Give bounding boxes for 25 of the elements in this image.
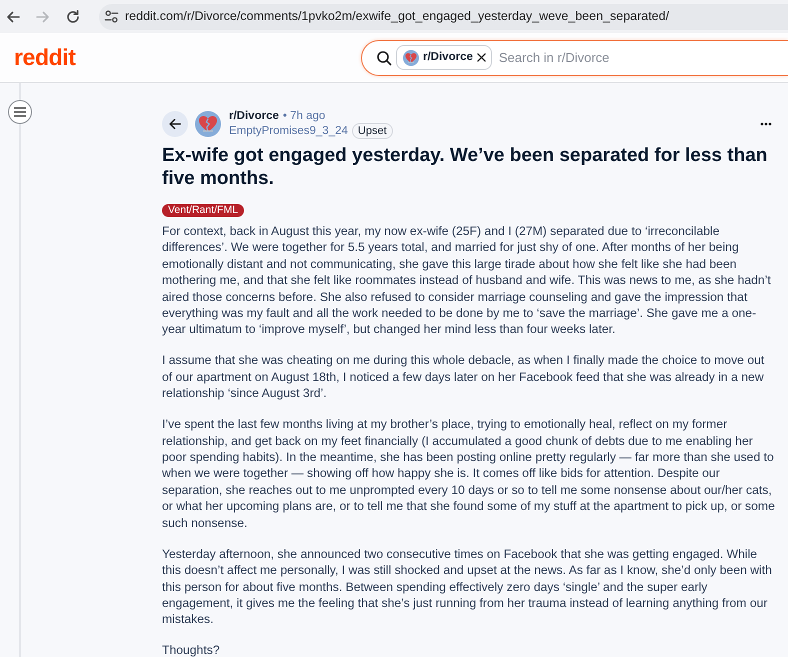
broken-heart-icon <box>403 50 419 66</box>
post-title: Ex-wife got engaged yesterday. We’ve been separated for less than five months. <box>162 144 768 190</box>
close-icon[interactable] <box>476 53 486 62</box>
post-paragraph: I assume that she was cheating on me during this whole debacle, as when I finally made the choice to move out of our apartment on August 18th, I noticed a few days later on her Facebook feed that she was already in a new relationship ‘since August 3rd’. <box>162 352 766 402</box>
user-flair: Upset <box>352 123 393 139</box>
post-paragraph: For context, back in August this year, my now ex-wife (25F) and I (27M) separated due to ‘irreconcilable differences’. We were together for 5.5 years total, and married for just shy of one. After months of her being emotionally distant and not communicating, she gave this large tirade about how she felt like she had been mothering me, and that she felt like roommates instead of husband and wife. This was news to me, as she hadn’t aired those concerns before. She also refused to consider marriage counseling and gave the impression that everything was my fault and all the work needed to be done by me to ‘save the marriage’. She gave me a one-year ultimatum to ‘improve myself’, but changed her mind less than four weeks later. <box>162 223 772 338</box>
url-text: reddit.com/r/Divorce/comments/1pvko2m/exwife_got_engaged_yesterday_weve_been_separated/ <box>125 8 670 26</box>
search-input[interactable]: Search in r/Divorce <box>498 48 699 68</box>
post-paragraph: Yesterday afternoon, she announced two consecutive times on Facebook that she was getting engaged. While this doesn’t affect me personally, I was still shocked and upset at the news. As far as I know, she’d only been with this person for about five months. Between spending effectively zero days ‘single’ and the super early engagement, it gives me the feeling that she’s just running from her trauma instead of learning anything from our mistakes. <box>162 546 773 628</box>
search-bar[interactable]: r/Divorce Search in r/Divorce <box>361 40 788 76</box>
more-icon[interactable] <box>760 122 772 126</box>
post-paragraph: I’ve spent the last few months living at my brother’s place, trying to emotionally heal, reflect on my former relationship, and get back on my feet financially (I accumulated a good chunk of debts due to me enabling her poor spending habits). In the meantime, she has been posting online pretty regularly — far more than she used to when we were together — showing off how happy she is. It comes off like bids for attention. Despite our separation, she reaches out to me unprompted every 10 days or so to tell me some nonsense about our/her cats, or what her upcoming plans are, or to tell me that she found some of my stuff at the apartment to pick up, or some such nonsense. <box>162 416 776 532</box>
sliders-icon[interactable] <box>104 9 119 24</box>
address-bar[interactable]: reddit.com/r/Divorce/comments/1pvko2m/exwife_got_engaged_yesterday_weve_been_separated/ <box>99 4 788 30</box>
post-time: • 7h ago <box>282 109 326 123</box>
author-link[interactable]: EmptyPromises9_3_24 <box>229 124 348 138</box>
subreddit-link[interactable]: r/Divorce <box>229 109 279 123</box>
menu-icon <box>14 107 26 117</box>
menu-button[interactable] <box>8 100 32 124</box>
arrow-left-icon <box>168 117 182 131</box>
post-paragraph: Thoughts? <box>162 642 221 657</box>
post-flair: Vent/Rant/FML <box>162 204 244 217</box>
search-icon <box>376 50 392 66</box>
back-button[interactable] <box>162 111 188 137</box>
subreddit-filter-chip[interactable]: r/Divorce <box>396 45 492 70</box>
